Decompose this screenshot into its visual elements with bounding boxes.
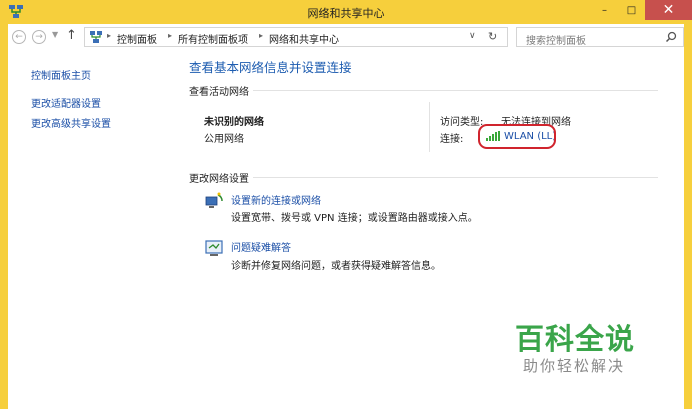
minimize-button[interactable]: –: [591, 0, 618, 20]
network-sharing-center-window: 网络和共享中心 – □ ✕ ← → ▼ ↑ ▸ 控制面板 ▸ 所有控制面板项 ▸…: [0, 0, 692, 409]
back-arrow-icon[interactable]: ←: [12, 30, 26, 44]
setup-new-connection-link[interactable]: 设置新的连接或网络: [231, 192, 321, 207]
setup-new-connection-description: 设置宽带、拨号或 VPN 连接；或设置路由器或接入点。: [231, 213, 478, 224]
access-type-label: 访问类型:: [440, 117, 484, 128]
change-settings-label: 更改网络设置: [189, 174, 249, 185]
search-box[interactable]: 搜索控制面板: [516, 27, 684, 47]
address-dropdown-chevron-icon[interactable]: ∨: [469, 31, 476, 41]
network-type: 公用网络: [204, 134, 244, 145]
refresh-icon[interactable]: ↻: [488, 30, 497, 43]
maximize-button[interactable]: □: [618, 0, 645, 20]
breadcrumb-separator-icon[interactable]: ▸: [107, 31, 111, 40]
active-networks-label: 查看活动网络: [189, 87, 249, 98]
address-path[interactable]: ▸ 控制面板 ▸ 所有控制面板项 ▸ 网络和共享中心 ∨ ↻: [84, 27, 508, 47]
navigation-bar: ← → ▼ ↑ ▸ 控制面板 ▸ 所有控制面板项 ▸ 网络和共享中心 ∨ ↻ 搜…: [8, 24, 684, 52]
search-icon[interactable]: [665, 31, 677, 43]
up-arrow-icon[interactable]: ↑: [66, 28, 77, 43]
breadcrumb-separator-icon[interactable]: ▸: [259, 31, 263, 40]
troubleshoot-icon[interactable]: [204, 238, 224, 258]
breadcrumb-separator-icon[interactable]: ▸: [168, 31, 172, 40]
connection-label: 连接:: [440, 134, 464, 145]
sidebar-item-change-adapter-settings[interactable]: 更改适配器设置: [31, 95, 101, 110]
recent-locations-chevron-icon[interactable]: ▼: [52, 30, 58, 39]
network-name: 未识别的网络: [204, 117, 264, 128]
breadcrumb-network-center[interactable]: 网络和共享中心: [269, 31, 339, 46]
page-title: 查看基本网络信息并设置连接: [189, 60, 352, 75]
forward-arrow-icon[interactable]: →: [32, 30, 46, 44]
sidebar-item-control-panel-home[interactable]: 控制面板主页: [31, 67, 91, 82]
network-divider: [429, 102, 430, 152]
section-divider: [253, 90, 658, 91]
breadcrumb-control-panel[interactable]: 控制面板: [117, 31, 157, 46]
title-bar[interactable]: 网络和共享中心 – □ ✕: [0, 0, 692, 24]
watermark-title: 百科全说: [515, 322, 636, 356]
watermark-subtitle: 助你轻松解决: [523, 357, 626, 375]
highlight-annotation: [478, 124, 556, 149]
section-divider: [253, 177, 658, 178]
network-setup-icon[interactable]: [204, 191, 224, 211]
breadcrumb-all-items[interactable]: 所有控制面板项: [178, 31, 248, 46]
search-placeholder: 搜索控制面板: [526, 36, 586, 47]
window-title: 网络和共享中心: [307, 7, 385, 20]
troubleshoot-link[interactable]: 问题疑难解答: [231, 239, 291, 254]
sidebar-item-change-advanced-sharing[interactable]: 更改高级共享设置: [31, 115, 111, 130]
control-panel-icon: [90, 31, 102, 43]
troubleshoot-description: 诊断并修复网络问题，或者获得疑难解答信息。: [231, 261, 441, 272]
close-button[interactable]: ✕: [645, 0, 692, 20]
